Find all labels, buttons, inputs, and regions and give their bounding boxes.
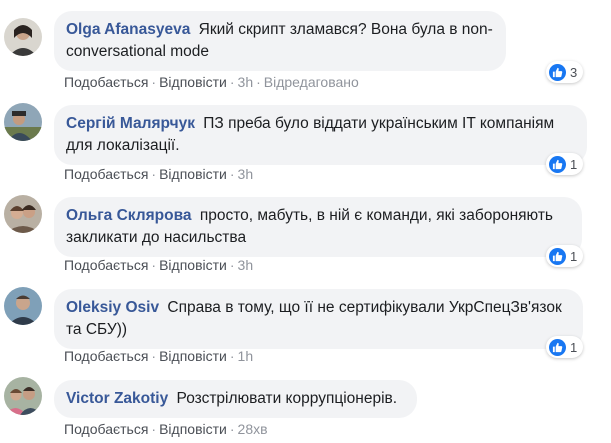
reaction-count[interactable]: 1 <box>546 245 584 267</box>
comment-author[interactable]: Victor Zakotiy <box>66 390 168 407</box>
comment-actions: Подобається · Відповісти · 28хв <box>64 421 268 437</box>
like-thumb-icon <box>549 338 566 356</box>
like-link[interactable]: Подобається <box>64 166 148 182</box>
reply-link[interactable]: Відповісти <box>159 421 227 437</box>
comment-text: Розстрілювати коррупціонерів. <box>176 390 398 407</box>
comment-timestamp[interactable]: 3h <box>238 74 254 90</box>
separator-dot: · <box>256 74 261 90</box>
reaction-number: 3 <box>570 64 578 80</box>
like-link[interactable]: Подобається <box>64 74 148 90</box>
comment-bubble: Ольга Склярова просто, мабуть, в ній є к… <box>54 197 582 257</box>
comment-actions: Подобається · Відповісти · 3h <box>64 257 253 273</box>
separator-dot: · <box>229 166 235 182</box>
comment-bubble: Victor Zakotiy Розстрілювати коррупціоне… <box>54 380 417 418</box>
comment-bubble: Сергій Малярчук ПЗ преба було віддати ук… <box>54 105 587 165</box>
reaction-number: 1 <box>570 248 578 264</box>
separator-dot: · <box>151 166 157 182</box>
reply-link[interactable]: Відповісти <box>159 74 227 90</box>
avatar[interactable] <box>4 377 42 415</box>
avatar[interactable] <box>4 195 42 233</box>
separator-dot: · <box>229 74 235 90</box>
comment-author[interactable]: Oleksiy Osiv <box>66 299 159 316</box>
comment-author[interactable]: Сергій Малярчук <box>66 115 195 132</box>
like-link[interactable]: Подобається <box>64 257 148 273</box>
reaction-number: 1 <box>570 156 578 172</box>
separator-dot: · <box>151 74 157 90</box>
reply-link[interactable]: Відповісти <box>159 348 227 364</box>
avatar[interactable] <box>4 287 42 325</box>
reaction-number: 1 <box>570 339 578 355</box>
edited-label[interactable]: Відредаговано <box>264 74 359 90</box>
like-thumb-icon <box>549 155 566 173</box>
comment-actions: Подобається · Відповісти · 1h <box>64 348 253 364</box>
avatar[interactable] <box>4 103 42 141</box>
comment-timestamp[interactable]: 3h <box>238 257 254 273</box>
comment-author[interactable]: Ольга Склярова <box>66 207 192 224</box>
comment-timestamp[interactable]: 3h <box>238 166 254 182</box>
comment-bubble: Olga Afanasyeva Який скрипт зламався? Во… <box>54 11 506 71</box>
comment-bubble: Oleksiy Osiv Справа в тому, що її не сер… <box>54 289 583 349</box>
separator-dot: · <box>151 421 157 437</box>
comment-timestamp[interactable]: 28хв <box>238 421 268 437</box>
separator-dot: · <box>229 257 235 273</box>
like-link[interactable]: Подобається <box>64 348 148 364</box>
separator-dot: · <box>229 348 235 364</box>
avatar[interactable] <box>4 18 42 56</box>
comment-actions: Подобається · Відповісти · 3h · Відредаговано <box>64 74 359 90</box>
separator-dot: · <box>229 421 235 437</box>
reply-link[interactable]: Відповісти <box>159 257 227 273</box>
comment-author[interactable]: Olga Afanasyeva <box>66 21 190 38</box>
separator-dot: · <box>151 257 157 273</box>
like-thumb-icon <box>549 63 566 81</box>
like-thumb-icon <box>549 247 566 265</box>
reaction-count[interactable]: 1 <box>546 153 584 175</box>
reply-link[interactable]: Відповісти <box>159 166 227 182</box>
comment-actions: Подобається · Відповісти · 3h <box>64 166 253 182</box>
reaction-count[interactable]: 3 <box>546 61 584 83</box>
comment-timestamp[interactable]: 1h <box>238 348 254 364</box>
like-link[interactable]: Подобається <box>64 421 148 437</box>
separator-dot: · <box>151 348 157 364</box>
reaction-count[interactable]: 1 <box>546 336 584 358</box>
